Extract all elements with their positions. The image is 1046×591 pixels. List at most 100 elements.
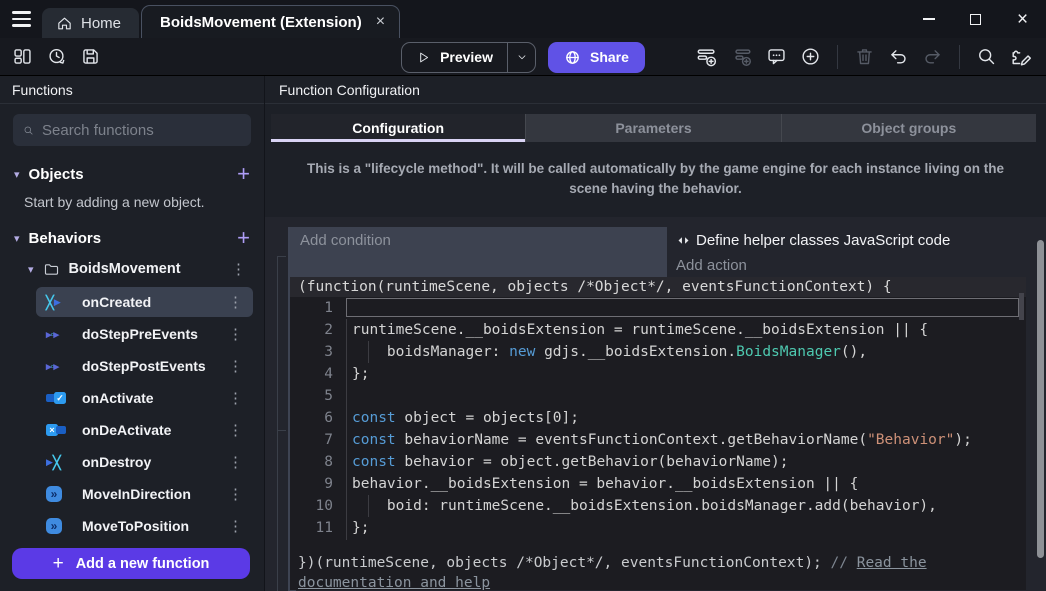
event-indent-tick [277,430,286,431]
code-line-2[interactable]: 2runtimeScene.__boidsExtension = runtime… [290,319,1026,341]
chevron-down-icon[interactable]: ▾ [14,232,20,245]
functions-sidebar: Functions ▾ Objects + Start by adding a … [0,76,265,591]
objects-empty-text: Start by adding a new object. [0,188,264,212]
toolbar: Preview Share [0,38,1046,76]
function-item-doStepPreEvents[interactable]: ▸◦▸doStepPreEvents⋮ [36,319,253,349]
toolbar-separator [959,45,960,69]
code-line-7[interactable]: 7const behaviorName = eventsFunctionCont… [290,429,1026,451]
code-line-1[interactable]: 1 [290,297,1026,319]
events-sheet: Add condition Define helper classes Java… [265,217,1046,591]
save-icon[interactable] [80,46,101,67]
search-functions-input[interactable] [42,122,241,139]
minimize-button[interactable] [905,0,952,38]
kebab-menu-icon[interactable]: ⋮ [224,421,247,439]
code-line-text: const behavior = object.getBehavior(beha… [342,451,1026,473]
main-panel-title: Function Configuration [265,76,1046,104]
function-item-MoveToPosition[interactable]: »MoveToPosition⋮ [36,511,253,541]
code-line-4[interactable]: 4}; [290,363,1026,385]
kebab-menu-icon[interactable]: ⋮ [224,485,247,503]
tab-configuration[interactable]: Configuration [271,114,525,142]
code-line-6[interactable]: 6const object = objects[0]; [290,407,1026,429]
search-functions-box[interactable] [13,114,251,146]
function-item-onCreated[interactable]: ╳▶onCreated⋮ [36,287,253,317]
destroy-icon: ▶╳ [46,456,72,469]
project-manager-icon[interactable] [12,46,33,67]
code-line-text: boidsManager: new gdjs.__boidsExtension.… [342,341,1026,363]
code-editor[interactable]: (function(runtimeScene, objects /*Object… [290,277,1026,590]
toggle-off-icon: × [46,424,72,436]
content-area: Functions ▾ Objects + Start by adding a … [0,76,1046,591]
tab-object-groups[interactable]: Object groups [781,114,1036,142]
close-button[interactable]: × [999,0,1046,38]
code-line-9[interactable]: 9behavior.__boidsExtension = behavior.__… [290,473,1026,495]
code-line-3[interactable]: 3 boidsManager: new gdjs.__boidsExtensio… [290,341,1026,363]
behavior-group-boidsmovement[interactable]: ▾ BoidsMovement ⋮ [0,254,264,284]
share-button[interactable]: Share [548,42,645,73]
add-sub-event-icon[interactable] [731,46,753,68]
tab-extension[interactable]: BoidsMovement (Extension) × [141,5,400,38]
behaviors-section-row[interactable]: ▾ Behaviors + [0,224,264,252]
events-scrollbar[interactable] [1037,240,1044,558]
code-line-text: boid: runtimeScene.__boidsExtension.boid… [342,495,1026,517]
add-function-button[interactable]: + Add a new function [12,548,250,579]
objects-section-row[interactable]: ▾ Objects + [0,160,264,188]
kebab-menu-icon[interactable]: ⋮ [224,325,247,343]
delete-icon[interactable] [854,46,875,67]
code-line-10[interactable]: 10 boid: runtimeScene.__boidsExtension.b… [290,495,1026,517]
search-icon [23,122,34,139]
kebab-menu-icon[interactable]: ⋮ [224,293,247,311]
function-item-doStepPostEvents[interactable]: ▸◦▸doStepPostEvents⋮ [36,351,253,381]
function-item-onDestroy[interactable]: ▶╳onDestroy⋮ [36,447,253,477]
code-editor-scrollbar[interactable] [1019,293,1024,320]
tab-home[interactable]: Home [42,8,139,38]
add-behavior-button[interactable]: + [237,227,250,249]
code-line-11[interactable]: 11}; [290,517,1026,539]
function-item-MoveInDirection[interactable]: »MoveInDirection⋮ [36,479,253,509]
line-number: 11 [290,517,342,539]
kebab-menu-icon[interactable]: ⋮ [224,357,247,375]
add-other-event-icon[interactable] [800,46,821,67]
search-icon[interactable] [976,46,997,67]
code-lines[interactable]: 12runtimeScene.__boidsExtension = runtim… [290,297,1026,539]
add-event-icon[interactable] [696,46,718,68]
edit-extension-icon[interactable] [1010,46,1032,68]
objects-section-title: Objects [29,166,84,183]
function-item-label: MoveToPosition [82,518,189,534]
js-code-event[interactable]: Add condition Define helper classes Java… [290,227,1026,590]
history-icon[interactable] [46,46,67,67]
code-line-5[interactable]: 5 [290,385,1026,407]
tab-parameters[interactable]: Parameters [525,114,780,142]
maximize-button[interactable] [952,0,999,38]
kebab-menu-icon[interactable]: ⋮ [227,260,250,278]
home-icon [56,15,73,32]
undo-icon[interactable] [888,46,909,67]
code-wrapper-footer: })(runtimeScene, objects /*Object*/, eve… [290,553,958,591]
add-comment-icon[interactable] [766,46,787,67]
main-menu-icon[interactable] [0,0,42,38]
indent-guide [346,319,347,540]
add-function-label: Add a new function [76,556,210,572]
function-item-onActivate[interactable]: ✓onActivate⋮ [36,383,253,413]
js-event-title-row[interactable]: Define helper classes JavaScript code [676,227,1026,253]
add-condition-button[interactable]: Add condition [290,227,667,277]
function-item-onDeActivate[interactable]: ×onDeActivate⋮ [36,415,253,445]
chevron-down-icon[interactable]: ▾ [28,263,34,276]
code-line-text [342,297,1026,319]
line-number: 4 [290,363,342,385]
kebab-menu-icon[interactable]: ⋮ [224,453,247,471]
add-object-button[interactable]: + [237,163,250,185]
close-tab-icon[interactable]: × [376,14,385,30]
event-indent-tick [277,256,286,257]
redo-icon[interactable] [922,46,943,67]
kebab-menu-icon[interactable]: ⋮ [224,517,247,535]
tab-home-label: Home [81,15,121,32]
config-tabs: Configuration Parameters Object groups [271,114,1036,142]
code-line-8[interactable]: 8const behavior = object.getBehavior(beh… [290,451,1026,473]
preview-dropdown-button[interactable] [508,51,535,63]
chevron-down-icon [516,51,528,63]
kebab-menu-icon[interactable]: ⋮ [224,389,247,407]
chevron-down-icon[interactable]: ▾ [14,168,20,181]
preview-button[interactable]: Preview [401,42,536,73]
lifecycle-description: This is a "lifecycle method". It will be… [265,142,1046,217]
add-action-button[interactable]: Add action [676,253,1026,277]
